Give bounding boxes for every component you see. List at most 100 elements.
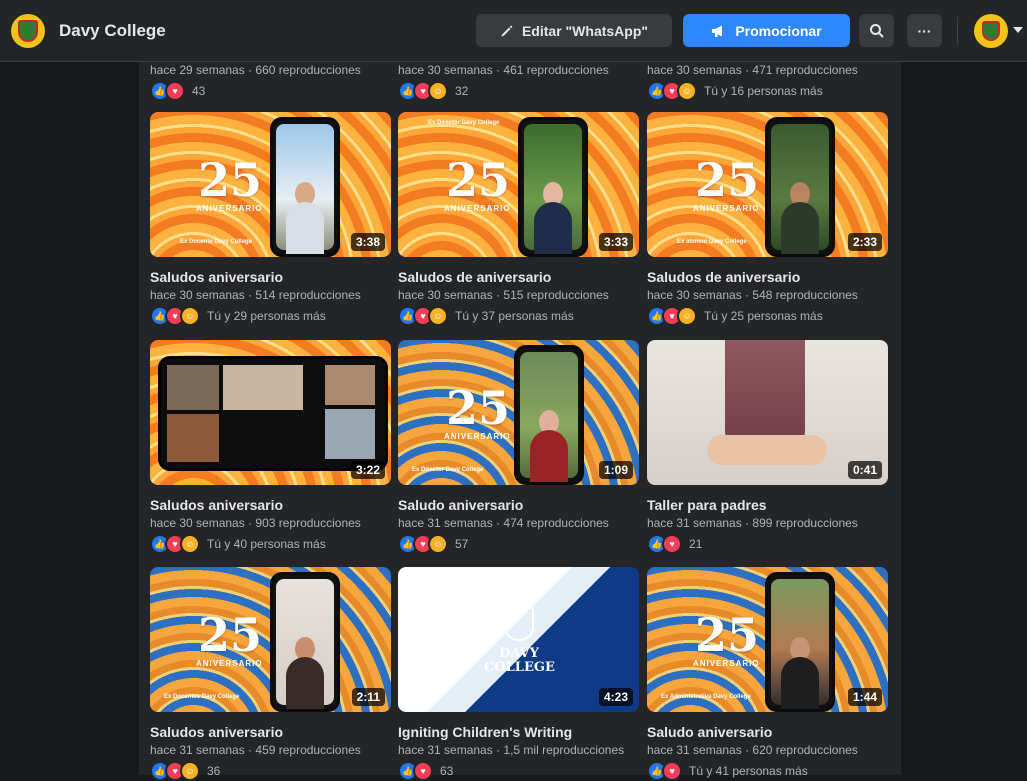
video-card[interactable]: 25 ANIVERSARIO Ex Director Davy College … [398,112,639,326]
promote-button-label: Promocionar [735,22,822,39]
thumbnail-caption: Ex Administrativa Davy College [661,694,751,700]
reactions: 👍 ♥ 43 [150,81,391,101]
davy-logo-text: DAVY COLLEGE [484,646,555,676]
video-title[interactable]: Taller para padres [647,497,888,515]
video-duration: 3:38 [350,233,385,251]
edit-button-label: Editar "WhatsApp" [521,22,649,39]
anniversary-number: 25 [446,153,511,207]
divider [957,17,958,45]
video-meta: hace 30 semanas · 461 reproducciones [398,63,609,77]
video-thumbnail[interactable]: DAVY COLLEGE 4:23 [398,567,639,712]
reactions-count[interactable]: Tú y 16 personas más [704,84,823,98]
anniversary-word: ANIVERSARIO [196,204,263,213]
video-title[interactable]: Saludo aniversario [647,724,888,742]
shield-icon [504,607,534,641]
video-meta: hace 31 semanas · 459 reproducciones [150,743,361,757]
reactions-count[interactable]: Tú y 37 personas más [455,309,574,323]
video-card-partial[interactable]: hace 29 semanas · 660 reproducciones 👍 ♥… [150,62,391,101]
video-card-partial[interactable]: hace 30 semanas · 471 reproducciones 👍 ♥… [647,62,888,101]
video-thumbnail[interactable]: 25 ANIVERSARIO Ex Director Davy College … [398,112,639,257]
account-caret-icon[interactable] [1013,27,1023,33]
video-duration: 2:11 [351,688,385,706]
care-icon: ☺ [180,306,200,326]
promote-button[interactable]: Promocionar [683,14,850,47]
top-bar: Davy College Editar "WhatsApp" Promocion… [0,0,1027,62]
video-meta: hace 30 semanas · 903 reproducciones [150,516,361,530]
video-meta: hace 29 semanas · 660 reproducciones [150,63,361,77]
video-title[interactable]: Saludos de aniversario [398,269,639,287]
love-icon: ♥ [165,81,185,101]
thumbnail-caption: Ex alumno Davy College [677,239,747,245]
pencil-icon [501,25,513,36]
edit-whatsapp-button[interactable]: Editar "WhatsApp" [476,14,672,47]
video-card[interactable]: 25 ANIVERSARIO Ex Docentes Davy College … [150,567,391,781]
video-duration: 4:23 [598,688,633,706]
video-thumbnail[interactable]: 25 ANIVERSARIO Ex Docente Davy College 3… [150,112,391,257]
video-title[interactable]: Saludos aniversario [150,269,391,287]
thumbnail-caption: Ex Director Davy College [412,467,484,473]
thumbnail-caption: Ex Docentes Davy College [164,694,240,700]
video-title[interactable]: Saludos aniversario [150,497,391,515]
phone-frame [270,572,340,712]
reactions: 👍 ♥ ☺ Tú y 40 personas más [150,534,391,554]
video-title[interactable]: Saludo aniversario [398,497,639,515]
video-thumbnail[interactable]: 3:22 [150,340,391,485]
page-title[interactable]: Davy College [59,21,166,41]
reactions-count[interactable]: Tú y 40 personas más [207,537,326,551]
video-title[interactable]: Igniting Children's Writing [398,724,639,742]
reactions-count[interactable]: 63 [440,764,453,778]
reactions-count[interactable]: Tú y 25 personas más [704,309,823,323]
more-icon: ··· [917,22,932,39]
video-thumbnail[interactable]: 25 ANIVERSARIO Ex alumno Davy College 2:… [647,112,888,257]
video-meta: hace 31 semanas · 474 reproducciones [398,516,609,530]
search-button[interactable] [859,14,894,47]
reactions: 👍 ♥ ☺ 57 [398,534,639,554]
reactions: 👍 ♥ ☺ Tú y 25 personas más [647,306,888,326]
video-card-partial[interactable]: hace 30 semanas · 461 reproducciones 👍 ♥… [398,62,639,101]
search-icon [869,23,884,38]
avatar[interactable] [974,14,1008,48]
video-thumbnail[interactable]: 25 ANIVERSARIO Ex Director Davy College … [398,340,639,485]
video-meta: hace 30 semanas · 471 reproducciones [647,63,858,77]
reactions: 👍 ♥ 63 [398,761,639,781]
care-icon: ☺ [428,306,448,326]
reactions: 👍 ♥ ☺ Tú y 16 personas más [647,81,888,101]
video-meta: hace 30 semanas · 514 reproducciones [150,288,361,302]
video-title[interactable]: Saludos aniversario [150,724,391,742]
reactions: 👍 ♥ ☺ Tú y 37 personas más [398,306,639,326]
care-icon: ☺ [180,534,200,554]
reactions-count[interactable]: 57 [455,537,468,551]
reactions-count[interactable]: 32 [455,84,468,98]
reactions-count[interactable]: Tú y 41 personas más [689,764,808,778]
video-card[interactable]: 25 ANIVERSARIO Ex Director Davy College … [398,340,639,554]
video-card[interactable]: 25 ANIVERSARIO Ex alumno Davy College 2:… [647,112,888,326]
anniversary-number: 25 [198,608,263,662]
anniversary-number: 25 [695,608,760,662]
video-thumbnail[interactable]: 25 ANIVERSARIO Ex Administrativa Davy Co… [647,567,888,712]
anniversary-word: ANIVERSARIO [196,659,263,668]
video-thumbnail[interactable]: 25 ANIVERSARIO Ex Docentes Davy College … [150,567,391,712]
video-thumbnail[interactable]: 0:41 [647,340,888,485]
phone-frame [765,117,835,257]
phone-frame [158,356,388,471]
thumbnail-caption: Ex Docente Davy College [180,239,253,245]
reactions-count[interactable]: 36 [207,764,220,778]
reactions-count[interactable]: 21 [689,537,702,551]
video-title[interactable]: Saludos de aniversario [647,269,888,287]
reactions-count[interactable]: 43 [192,84,205,98]
video-card[interactable]: 25 ANIVERSARIO Ex Administrativa Davy Co… [647,567,888,781]
video-card[interactable]: 25 ANIVERSARIO Ex Docente Davy College 3… [150,112,391,326]
video-card[interactable]: 3:22 Saludos aniversario hace 30 semanas… [150,340,391,554]
video-meta: hace 31 semanas · 620 reproducciones [647,743,858,757]
video-duration: 2:33 [847,233,882,251]
care-icon: ☺ [677,306,697,326]
phone-frame [270,117,340,257]
more-options-button[interactable]: ··· [907,14,942,47]
videos-panel: hace 29 semanas · 660 reproducciones 👍 ♥… [139,62,901,781]
video-card[interactable]: DAVY COLLEGE 4:23 Igniting Children's Wr… [398,567,639,781]
page-logo-icon[interactable] [11,14,45,48]
phone-frame [514,345,584,485]
care-icon: ☺ [428,534,448,554]
video-card[interactable]: 0:41 Taller para padres hace 31 semanas … [647,340,888,554]
reactions-count[interactable]: Tú y 29 personas más [207,309,326,323]
